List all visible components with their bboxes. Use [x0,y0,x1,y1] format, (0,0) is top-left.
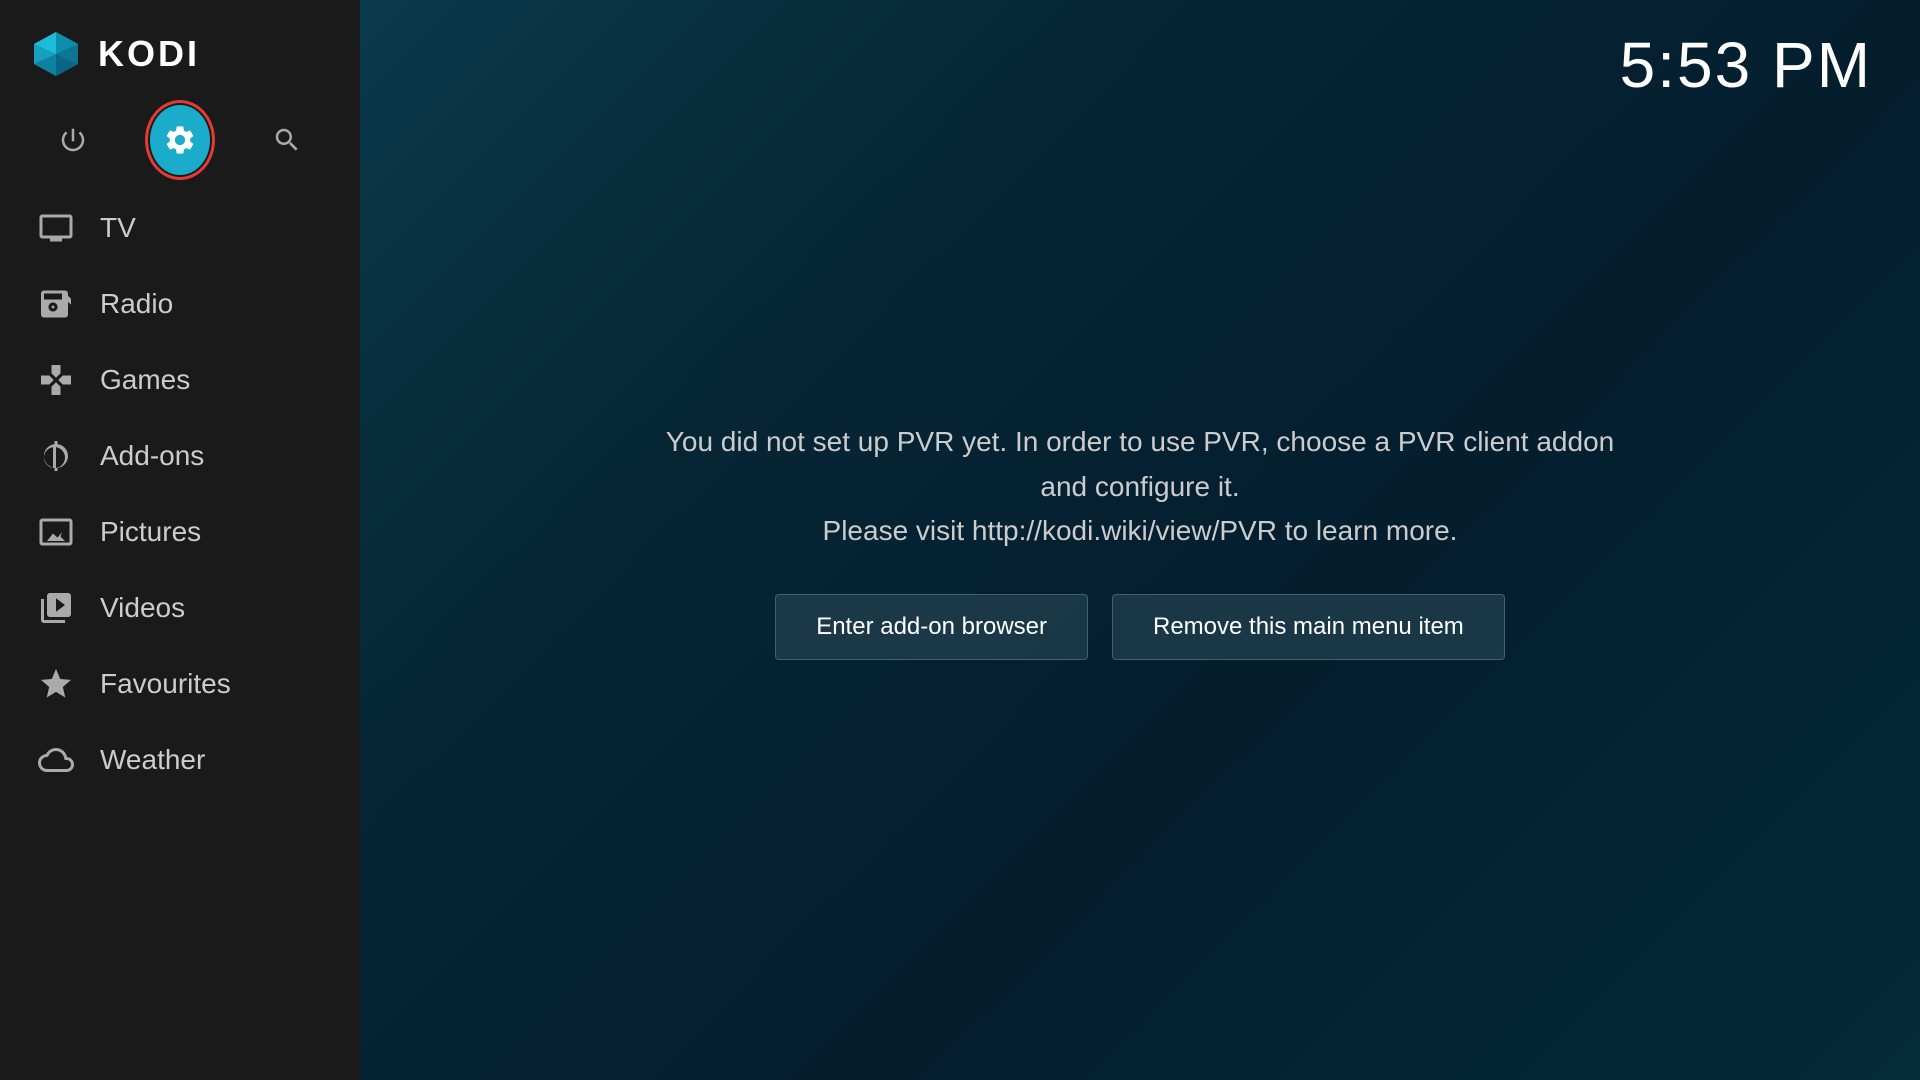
sidebar-icon-row [0,100,360,190]
sidebar-item-tv[interactable]: TV [0,190,360,266]
pvr-message-line2: Please visit http://kodi.wiki/view/PVR t… [823,515,1458,546]
tv-icon [36,208,76,248]
settings-circle [150,105,210,175]
sidebar-item-favourites[interactable]: Favourites [0,646,360,722]
sidebar-item-favourites-label: Favourites [100,668,231,700]
sidebar-item-games-label: Games [100,364,190,396]
sidebar-item-addons-label: Add-ons [100,440,204,472]
clock-display: 5:53 PM [1620,28,1872,102]
sidebar-item-videos-label: Videos [100,592,185,624]
sidebar-item-weather[interactable]: Weather [0,722,360,798]
kodi-logo-icon [30,28,82,80]
enter-addon-browser-button[interactable]: Enter add-on browser [775,594,1088,660]
sidebar-item-addons[interactable]: Add-ons [0,418,360,494]
sidebar: KODI [0,0,360,1080]
sidebar-item-radio-label: Radio [100,288,173,320]
pvr-button-row: Enter add-on browser Remove this main me… [775,594,1505,660]
sidebar-item-pictures[interactable]: Pictures [0,494,360,570]
favourites-icon [36,664,76,704]
sidebar-header: KODI [0,0,360,100]
sidebar-item-tv-label: TV [100,212,136,244]
sidebar-item-games[interactable]: Games [0,342,360,418]
radio-icon [36,284,76,324]
remove-menu-item-button[interactable]: Remove this main menu item [1112,594,1505,660]
power-button[interactable] [43,110,103,170]
addons-icon [36,436,76,476]
videos-icon [36,588,76,628]
kodi-title: KODI [98,33,200,75]
main-content: 5:53 PM You did not set up PVR yet. In o… [360,0,1920,1080]
sidebar-item-pictures-label: Pictures [100,516,201,548]
games-icon [36,360,76,400]
sidebar-nav: TV Radio Games Add-o [0,190,360,1080]
sidebar-item-videos[interactable]: Videos [0,570,360,646]
sidebar-item-weather-label: Weather [100,744,205,776]
pvr-content-area: You did not set up PVR yet. In order to … [560,420,1720,660]
weather-icon [36,740,76,780]
pictures-icon [36,512,76,552]
search-button[interactable] [257,110,317,170]
settings-button[interactable] [150,110,210,170]
pvr-message-line1: You did not set up PVR yet. In order to … [666,426,1614,502]
sidebar-item-radio[interactable]: Radio [0,266,360,342]
pvr-message: You did not set up PVR yet. In order to … [640,420,1640,554]
